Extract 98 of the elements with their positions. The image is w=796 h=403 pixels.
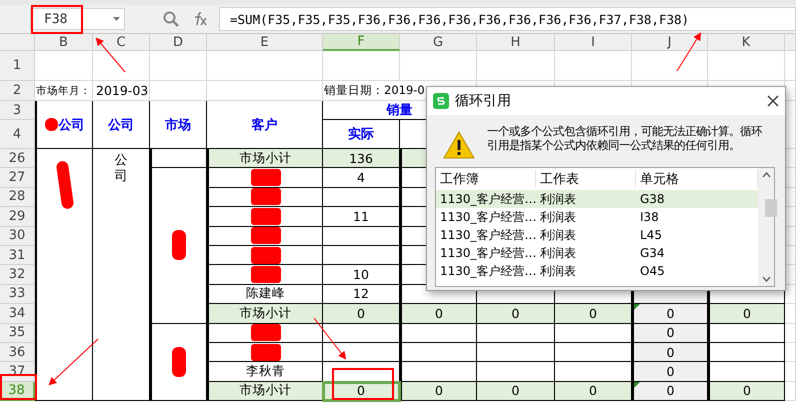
- sheet-cell: [785, 324, 796, 343]
- subtotal-label: 市场小计: [207, 382, 323, 402]
- value-cell: 0: [477, 304, 555, 324]
- list-column-header[interactable]: 工作簿: [436, 170, 536, 188]
- header-text: 公司: [58, 116, 84, 134]
- value-cell: 0: [400, 304, 477, 324]
- row-header[interactable]: 30: [0, 226, 35, 246]
- row-header[interactable]: 29: [0, 207, 35, 227]
- column-header[interactable]: J: [632, 34, 708, 51]
- value-cell: 0: [708, 382, 785, 402]
- company-cell: 公司: [114, 153, 128, 186]
- column-header[interactable]: I: [555, 34, 632, 51]
- redaction-mark: [250, 188, 280, 206]
- label-cell: 市场年月：: [35, 81, 93, 101]
- row-header[interactable]: 32: [0, 265, 35, 285]
- close-icon[interactable]: [767, 95, 779, 107]
- highlight-box: [332, 368, 394, 400]
- formula-field[interactable]: =SUM(F35,F35,F35,F36,F36,F36,F36,F36,F36,F36,F36,F37,F38,F38): [219, 7, 796, 31]
- annotation-arrow: [48, 338, 98, 386]
- sheet-cell: [150, 51, 207, 81]
- row-header[interactable]: 31: [0, 246, 35, 266]
- value-cell: 0: [632, 304, 708, 324]
- redaction-mark: [172, 346, 186, 377]
- value-cell: 0: [632, 324, 708, 343]
- sheet-cell: [150, 81, 207, 101]
- column-header[interactable]: H: [477, 34, 555, 51]
- redaction-mark: [250, 208, 280, 225]
- row-header[interactable]: 4: [0, 120, 35, 149]
- annotation-arrow: [314, 318, 346, 360]
- subtotal-label: 市场小计: [207, 149, 323, 168]
- reference-row[interactable]: 1130_客户经营… 利润表 G38: [436, 190, 758, 208]
- row-header[interactable]: 2: [0, 81, 35, 101]
- column-header[interactable]: G: [400, 34, 477, 51]
- sheet-cell: [785, 51, 796, 81]
- sheet-cell: [785, 304, 796, 324]
- scroll-up-icon[interactable]: [762, 172, 770, 178]
- header-cell: 公司: [93, 101, 150, 149]
- row-header[interactable]: 35: [0, 324, 35, 343]
- app-logo-icon: [433, 93, 449, 109]
- sheet-cell: [35, 51, 93, 81]
- redaction-mark: [250, 344, 280, 361]
- redaction-mark: [250, 324, 280, 342]
- column-header[interactable]: K: [708, 34, 785, 51]
- reference-row[interactable]: 1130_客户经营… 利润表 L45: [436, 226, 758, 244]
- redaction-mark: [44, 118, 58, 131]
- column-header[interactable]: E: [207, 34, 323, 51]
- value-cell: 0: [632, 382, 708, 402]
- row-header[interactable]: 3: [0, 101, 35, 120]
- sheet-cell: [93, 51, 150, 81]
- value-cell: 0: [555, 304, 632, 324]
- warning-icon: [443, 131, 475, 159]
- scrollbar-thumb[interactable]: [765, 199, 777, 217]
- value-cell: 0: [632, 342, 708, 362]
- name-box[interactable]: F38: [30, 8, 125, 30]
- reference-row[interactable]: 1130_客户经营… 利润表 O45: [436, 262, 758, 280]
- value-cell: 136: [323, 149, 400, 168]
- row-header[interactable]: 33: [0, 284, 35, 304]
- sheet-cell: [785, 382, 796, 402]
- value-cell: 0: [323, 304, 400, 324]
- redaction-mark: [250, 169, 280, 186]
- zoom-icon[interactable]: [163, 11, 179, 27]
- highlight-box: [0, 374, 37, 400]
- column-header[interactable]: B: [35, 34, 93, 51]
- row-header[interactable]: 34: [0, 304, 35, 324]
- value-cell: 0: [477, 382, 555, 402]
- column-header[interactable]: D: [150, 34, 207, 51]
- value-cell: 0: [400, 382, 477, 402]
- value-cell: 0: [555, 382, 632, 402]
- value-cell: 0: [708, 304, 785, 324]
- redaction-mark: [250, 266, 280, 284]
- reference-row[interactable]: 1130_客户经营… 利润表 I38: [436, 208, 758, 226]
- dialog-message: 一个或多个公式包含循环引用，可能无法正确计算。循环引用是指某个公式内依赖同一公式结果的任何引用。: [487, 125, 763, 153]
- row-header[interactable]: 27: [0, 168, 35, 188]
- redaction-mark: [250, 227, 280, 244]
- scroll-down-icon[interactable]: [762, 276, 770, 282]
- header-cell: 市场: [150, 101, 207, 149]
- annotation-arrow: [676, 32, 702, 72]
- value-cell: 0: [632, 362, 708, 382]
- sheet-cell: [785, 362, 796, 382]
- redaction-mark: [55, 160, 74, 210]
- row-header[interactable]: 36: [0, 342, 35, 362]
- redaction-mark: [172, 230, 186, 260]
- value-cell: 4: [323, 168, 400, 188]
- value-cell: 10: [323, 265, 400, 285]
- sheet-cell: [785, 342, 796, 362]
- subtotal-label: 市场小计: [207, 304, 323, 324]
- value-cell: 11: [323, 207, 400, 227]
- row-header[interactable]: 28: [0, 188, 35, 208]
- dropdown-caret-icon[interactable]: [113, 17, 120, 21]
- column-header[interactable]: C: [93, 34, 150, 51]
- redaction-mark: [250, 246, 280, 264]
- row-header[interactable]: 1: [0, 51, 35, 81]
- value-cell: 2019-03: [93, 81, 150, 101]
- annotation-arrow: [96, 37, 126, 72]
- list-column-header[interactable]: 工作表: [536, 170, 636, 188]
- highlight-box: [31, 5, 83, 34]
- row-header[interactable]: 26: [0, 149, 35, 168]
- reference-row[interactable]: 1130_客户经营… 利润表 G34: [436, 244, 758, 262]
